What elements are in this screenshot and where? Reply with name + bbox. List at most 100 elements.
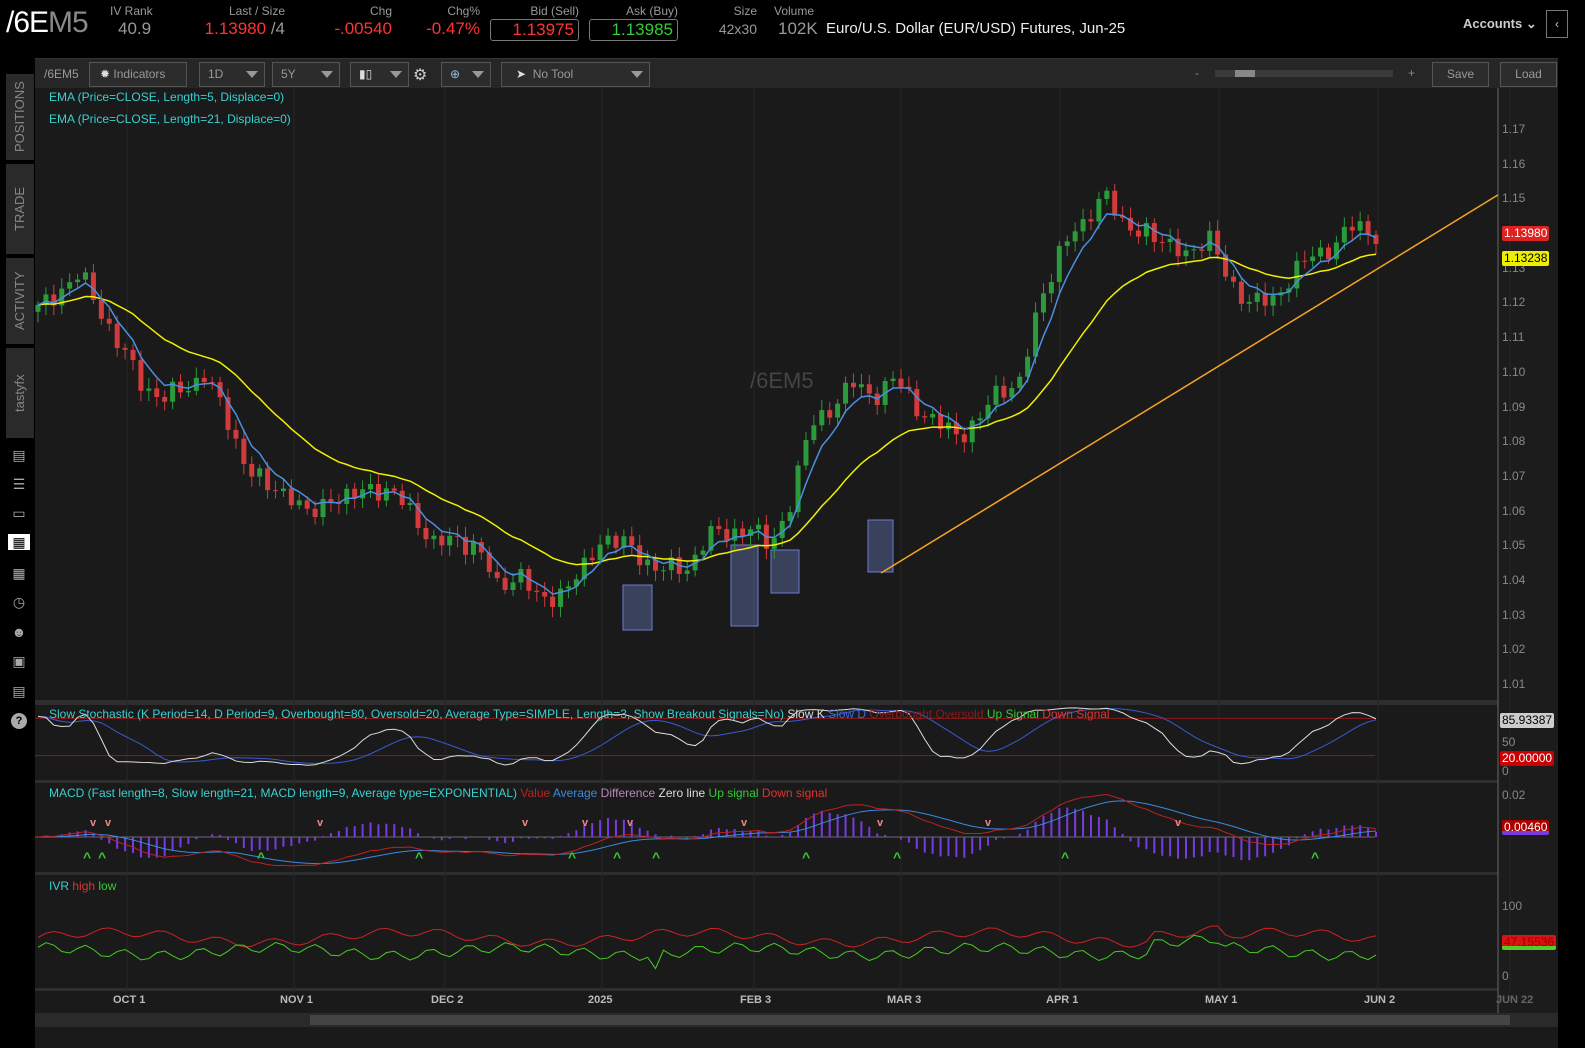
ivr-axis-100: 100 xyxy=(1502,899,1523,913)
macd-avg-label: Average xyxy=(552,786,598,800)
chart-type-select[interactable]: ▮▯ xyxy=(350,62,409,87)
drawing-style-select[interactable]: ⊕ xyxy=(441,62,491,87)
clock-icon[interactable]: ◷ xyxy=(10,594,28,610)
fx-icon[interactable]: ▤ xyxy=(10,683,28,699)
panel-divider xyxy=(35,780,1558,783)
accounts-menu[interactable]: Accounts ⌄ xyxy=(1463,16,1537,32)
help-icon[interactable]: ? xyxy=(11,713,27,729)
price-tick: 1.11 xyxy=(1502,330,1525,345)
ask-button[interactable]: 1.13985 xyxy=(589,19,678,41)
candle xyxy=(1056,245,1062,283)
calendar-icon[interactable]: ▣ xyxy=(10,653,28,669)
tab-positions[interactable]: POSITIONS xyxy=(6,74,34,160)
tab-tastyfx[interactable]: tastyfx xyxy=(6,348,34,438)
price-tick: 1.17 xyxy=(1502,122,1526,136)
last-price: 1.13980 xyxy=(204,19,267,38)
period-value: 5Y xyxy=(281,67,296,81)
list-icon[interactable]: ☰ xyxy=(10,476,28,492)
community-icon[interactable]: ☻ xyxy=(10,624,28,640)
panel-divider xyxy=(35,872,1558,875)
scrollbar-thumb[interactable] xyxy=(310,1015,1510,1025)
size-value: 42x30 xyxy=(718,21,757,37)
chart-icon[interactable]: ▦ xyxy=(8,534,30,550)
price-tick: 1.16 xyxy=(1502,156,1526,171)
tab-trade[interactable]: TRADE xyxy=(6,164,34,254)
zoom-out-button[interactable]: - xyxy=(1195,66,1199,80)
ema5-line xyxy=(37,213,1377,595)
symbol[interactable]: /6EM5 xyxy=(6,6,89,40)
price-tick: 1.05 xyxy=(1502,538,1526,553)
candle xyxy=(130,349,136,361)
load-button[interactable]: Load xyxy=(1500,62,1557,87)
period-select[interactable]: 5Y xyxy=(272,62,340,87)
candle xyxy=(1238,281,1244,304)
candle xyxy=(850,382,856,388)
date-tick: MAR 3 xyxy=(887,994,922,1006)
ivr-legend[interactable]: IVR high low xyxy=(49,879,116,893)
chart-canvas[interactable]: ^ ^ ^ ^ ^ ^ ^ ^ ^ ^ ^v v v v v v v v v v xyxy=(35,88,1558,1048)
up-signal-arrow: ^ xyxy=(257,849,265,865)
iv-rank-label: IV Rank xyxy=(110,4,153,18)
candle xyxy=(700,550,706,555)
down-signal-arrow: v xyxy=(877,817,884,829)
ema5-legend[interactable]: EMA (Price=CLOSE, Length=5, Displace=0) xyxy=(49,90,284,104)
macd-value-label: Value xyxy=(520,786,551,800)
candle xyxy=(304,500,310,509)
stoch-d-label: Slow D xyxy=(828,707,867,721)
settings-icon[interactable]: ⚙ xyxy=(413,65,427,85)
macd-diff-label: Difference xyxy=(600,786,656,800)
size-label: Size xyxy=(733,4,757,18)
candle xyxy=(344,488,350,504)
candle xyxy=(542,591,548,597)
candle xyxy=(114,323,120,348)
macd-up-label: Up signal xyxy=(708,786,759,800)
candle xyxy=(914,389,920,417)
candle xyxy=(162,396,168,402)
save-button[interactable]: Save xyxy=(1432,62,1489,87)
stoch-k-tag: 85.93387 xyxy=(1500,713,1555,728)
tv-icon[interactable]: ▭ xyxy=(10,505,28,521)
horizontal-scrollbar[interactable] xyxy=(35,1013,1558,1027)
zoom-slider-handle[interactable] xyxy=(1235,70,1255,77)
indicators-button[interactable]: ✹ Indicators xyxy=(89,62,187,87)
highlight-box xyxy=(770,549,800,594)
collapse-button[interactable]: ‹ xyxy=(1546,10,1568,38)
candle xyxy=(154,388,160,397)
gear-icon: ✹ xyxy=(100,67,111,81)
aggregation-select[interactable]: 1D xyxy=(199,62,265,87)
panel-divider xyxy=(35,700,1558,705)
candle xyxy=(1112,190,1118,216)
instrument-description: Euro/U.S. Dollar (EUR/USD) Futures, Jun-… xyxy=(826,20,1126,37)
date-tick: JUN 22 xyxy=(1496,994,1534,1006)
candle xyxy=(185,390,191,393)
candle xyxy=(447,535,453,546)
candle xyxy=(1191,249,1197,251)
up-signal-arrow: ^ xyxy=(652,849,660,865)
macd-legend[interactable]: MACD (Fast length=8, Slow length=21, MAC… xyxy=(49,786,827,800)
zoom-in-button[interactable]: + xyxy=(1408,66,1415,80)
news-icon[interactable]: ▤ xyxy=(10,447,28,463)
candle xyxy=(265,468,271,491)
price-tick: 1.08 xyxy=(1502,434,1526,449)
up-signal-arrow: ^ xyxy=(893,849,901,865)
zoom-slider[interactable] xyxy=(1215,70,1393,77)
ask-label: Ask (Buy) xyxy=(625,4,678,18)
last-price-tag: 1.13980 xyxy=(1502,226,1550,241)
candle xyxy=(613,535,619,548)
tab-activity[interactable]: ACTIVITY xyxy=(6,258,34,344)
up-signal-arrow: ^ xyxy=(568,849,576,865)
candle xyxy=(241,438,247,464)
candle xyxy=(1215,230,1221,255)
chg-value: -.00540 xyxy=(334,19,392,38)
chart-area[interactable]: ^ ^ ^ ^ ^ ^ ^ ^ ^ ^ ^ v v v v v v v v v v /6EM5 EMA (Price=C… xyxy=(35,88,1558,1048)
candle xyxy=(233,429,239,439)
drawing-tool-select[interactable]: ➤ No Tool xyxy=(501,62,650,87)
candle xyxy=(368,484,374,490)
grid-icon[interactable]: ▦ xyxy=(10,565,28,581)
price-tick: 1.02 xyxy=(1502,642,1526,657)
ema21-legend[interactable]: EMA (Price=CLOSE, Length=21, Displace=0) xyxy=(49,112,291,126)
stoch-legend[interactable]: Slow Stochastic (K Period=14, D Period=9… xyxy=(49,707,1110,721)
candle xyxy=(1341,226,1347,243)
date-tick: OCT 1 xyxy=(113,994,146,1006)
bid-button[interactable]: 1.13975 xyxy=(490,19,579,41)
